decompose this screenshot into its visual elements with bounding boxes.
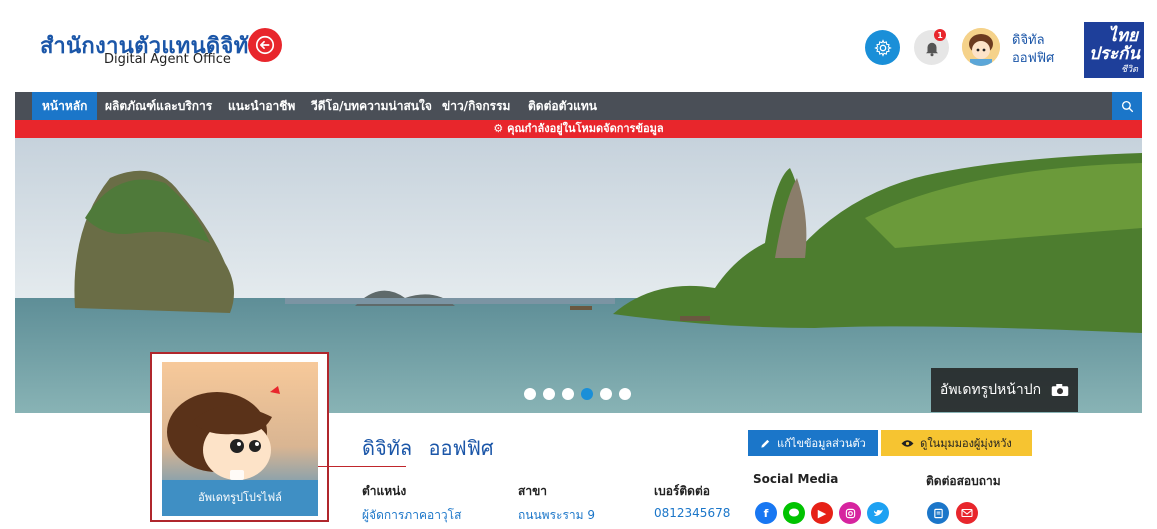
- update-profile-photo-label[interactable]: อัพเดทรูปโปรไฟล์: [162, 488, 318, 506]
- edit-mode-notice: ⚙ คุณกำลังอยู่ในโหมดจัดการข้อมูล: [15, 120, 1142, 138]
- bell-icon: [925, 42, 938, 56]
- slide-dot[interactable]: [524, 388, 536, 400]
- logout-icon: [255, 35, 275, 55]
- phone-label: เบอร์ติดต่อ: [654, 484, 710, 498]
- profile-first-name: ดิจิทัล: [362, 436, 413, 460]
- connector-line: [318, 466, 406, 467]
- youtube-icon[interactable]: ▶: [811, 502, 833, 524]
- envelope-icon: [961, 508, 973, 518]
- logout-button[interactable]: [248, 28, 282, 62]
- main-nav: หน้าหลัก ผลิตภัณฑ์และบริการ แนะนำอาชีพ ว…: [15, 92, 1142, 120]
- header: สำนักงานตัวแทนดิจิทัล Digital Agent Offi…: [0, 0, 1157, 88]
- camera-outline-icon: [845, 508, 855, 518]
- slide-dot-active[interactable]: [581, 388, 593, 400]
- camera-icon: [1051, 384, 1069, 396]
- thai-life-logo[interactable]: ไทย ประกัน ชีวิต: [1084, 22, 1144, 78]
- user-avatar[interactable]: [962, 28, 1000, 66]
- nav-item-news[interactable]: ข่าว/กิจกรรม: [442, 92, 510, 120]
- message-icon[interactable]: [927, 502, 949, 524]
- prospect-view-button[interactable]: ดูในมุมมองผู้มุ่งหวัง: [881, 430, 1032, 456]
- nav-item-home[interactable]: หน้าหลัก: [32, 92, 98, 120]
- branch-label: สาขา: [518, 484, 548, 498]
- phone-value: 0812345678: [654, 506, 731, 520]
- avatar-illustration: [962, 28, 1000, 66]
- position-label: ตำแหน่ง: [362, 484, 407, 498]
- position-value: ผู้จัดการภาคอาวุโส: [362, 508, 462, 522]
- slider-dots: [524, 388, 631, 400]
- user-last-name[interactable]: ออฟฟิศ: [1012, 47, 1054, 68]
- search-icon: [1121, 100, 1133, 112]
- pencil-icon: [761, 439, 770, 448]
- profile-name: ดิจิทัล ออฟฟิศ: [362, 432, 494, 464]
- page: สำนักงานตัวแทนดิจิทัล Digital Agent Offi…: [0, 0, 1157, 529]
- eye-icon: [901, 439, 914, 447]
- settings-button[interactable]: [865, 30, 900, 65]
- nav-item-career[interactable]: แนะนำอาชีพ: [228, 92, 295, 120]
- facebook-icon[interactable]: f: [755, 502, 777, 524]
- document-icon: [933, 508, 943, 518]
- notification-badge: 1: [934, 29, 946, 41]
- bird-icon: [873, 509, 883, 516]
- slide-dot[interactable]: [543, 388, 555, 400]
- edit-profile-button[interactable]: แก้ไขข้อมูลส่วนตัว: [748, 430, 878, 456]
- brand-line-3: ชีวิต: [1120, 65, 1138, 75]
- social-media-label: Social Media: [753, 472, 839, 486]
- gear-icon: ⚙: [493, 122, 508, 135]
- nav-item-products[interactable]: ผลิตภัณฑ์และบริการ: [105, 92, 212, 120]
- email-icon[interactable]: [956, 502, 978, 524]
- branch-value: ถนนพระราม 9: [518, 508, 596, 522]
- twitter-icon[interactable]: [867, 502, 889, 524]
- gear-icon: [873, 38, 892, 57]
- edit-profile-label: แก้ไขข้อมูลส่วนตัว: [777, 437, 866, 450]
- chat-bubble-icon: [789, 508, 799, 517]
- slide-dot[interactable]: [600, 388, 612, 400]
- update-cover-button[interactable]: อัพเดทรูปหน้าปก: [931, 368, 1078, 412]
- line-icon[interactable]: [783, 502, 805, 524]
- nav-item-videos[interactable]: วีดีโอ/บทความน่าสนใจ: [311, 92, 432, 120]
- profile-last-name: ออฟฟิศ: [428, 436, 494, 460]
- instagram-icon[interactable]: [839, 502, 861, 524]
- slide-dot[interactable]: [562, 388, 574, 400]
- nav-item-contact[interactable]: ติดต่อตัวแทน: [528, 92, 597, 120]
- prospect-view-label: ดูในมุมมองผู้มุ่งหวัง: [920, 437, 1012, 450]
- notice-text: คุณกำลังอยู่ในโหมดจัดการข้อมูล: [507, 122, 664, 135]
- contact-inquiry-label: ติดต่อสอบถาม: [926, 474, 1001, 488]
- slide-dot[interactable]: [619, 388, 631, 400]
- site-logo-english: Digital Agent Office: [104, 52, 231, 67]
- search-button[interactable]: [1112, 92, 1142, 120]
- update-cover-label: อัพเดทรูปหน้าปก: [939, 382, 1042, 398]
